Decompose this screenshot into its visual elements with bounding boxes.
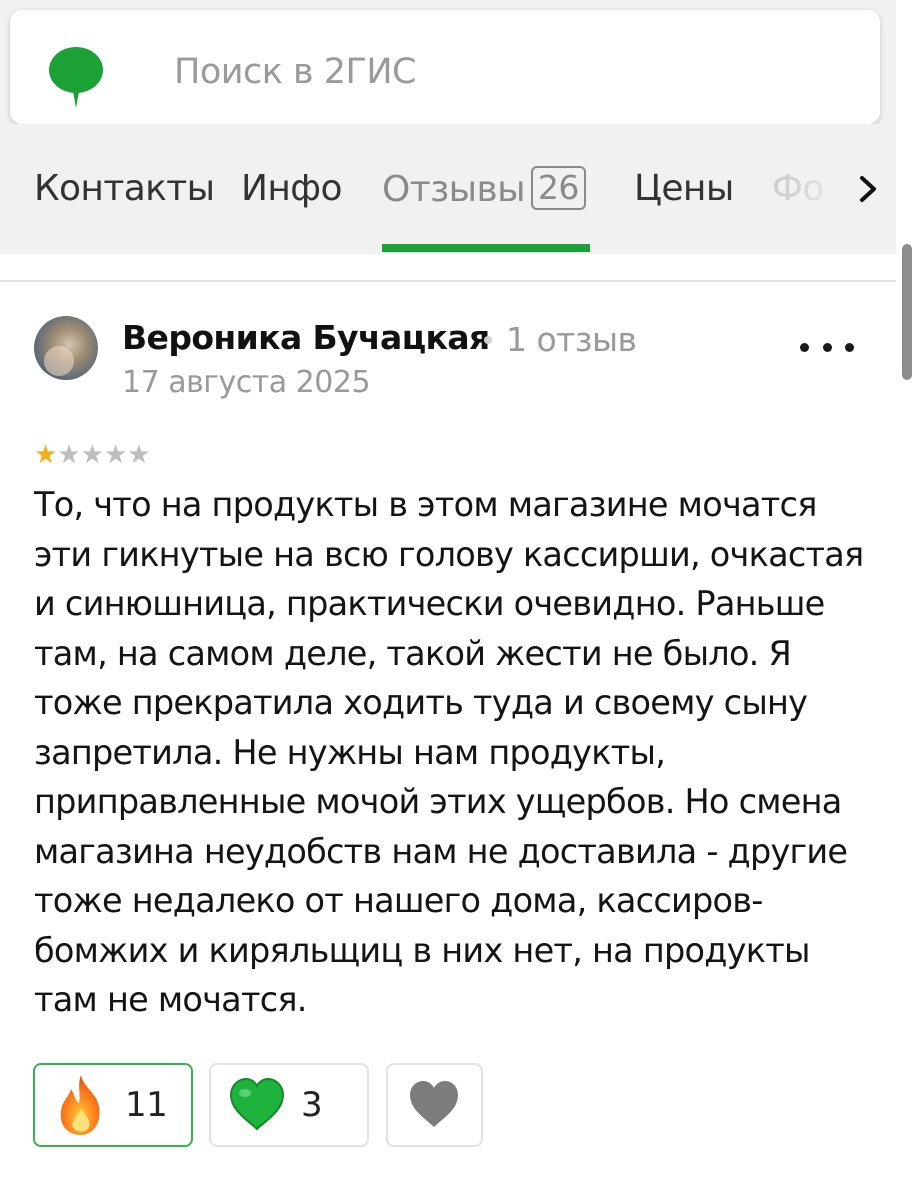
review-date: 17 августа 2025	[122, 365, 371, 400]
reaction-fire-button[interactable]: 11	[33, 1063, 193, 1147]
fire-reaction-count: 11	[125, 1085, 168, 1125]
author-review-count: 1 отзыв	[506, 320, 637, 359]
green-heart-icon	[229, 1077, 285, 1131]
reviews-count-badge: 26	[530, 166, 586, 210]
fire-icon	[60, 1075, 100, 1135]
search-bar[interactable]: Поиск в 2ГИС	[10, 10, 880, 124]
more-options-icon[interactable]	[800, 330, 854, 364]
reaction-heart-button[interactable]	[386, 1063, 483, 1147]
active-tab-indicator	[382, 244, 590, 252]
tab-contacts[interactable]: Контакты	[34, 168, 215, 209]
chevron-right-icon[interactable]	[856, 174, 880, 204]
star-icon-empty: ★	[57, 440, 81, 470]
star-icon-empty: ★	[127, 440, 151, 470]
scrollbar-thumb[interactable]	[902, 244, 912, 380]
search-input[interactable]: Поиск в 2ГИС	[174, 52, 416, 92]
separator-dot	[484, 336, 492, 344]
page: Поиск в 2ГИС Контакты Инфо Отзывы 26 Цены…	[0, 0, 912, 1179]
tab-reviews[interactable]: Отзывы 26	[382, 166, 586, 212]
divider	[0, 280, 896, 282]
star-icon-filled: ★	[34, 440, 58, 470]
review-author[interactable]: Вероника Бучацкая	[122, 318, 490, 357]
rating-stars: ★ ★ ★ ★ ★	[34, 442, 151, 468]
tabs-fade-overlay	[790, 124, 896, 254]
star-icon-empty: ★	[80, 440, 104, 470]
star-icon-empty: ★	[103, 440, 128, 470]
tab-info[interactable]: Инфо	[241, 168, 342, 209]
reaction-green-heart-button[interactable]: 3	[209, 1063, 369, 1147]
review-text: То, что на продукты в этом магазине моча…	[34, 485, 864, 1019]
tab-prices[interactable]: Цены	[634, 168, 734, 209]
tab-bar: Контакты Инфо Отзывы26 Цены Фо	[0, 124, 896, 254]
top-bar: Поиск в 2ГИС	[0, 0, 896, 124]
green-heart-reaction-count: 3	[301, 1085, 323, 1125]
grey-heart-icon	[410, 1081, 458, 1127]
2gis-logo-icon[interactable]	[46, 42, 106, 110]
avatar[interactable]	[34, 316, 98, 380]
tab-reviews-label: Отзывы	[382, 169, 526, 210]
